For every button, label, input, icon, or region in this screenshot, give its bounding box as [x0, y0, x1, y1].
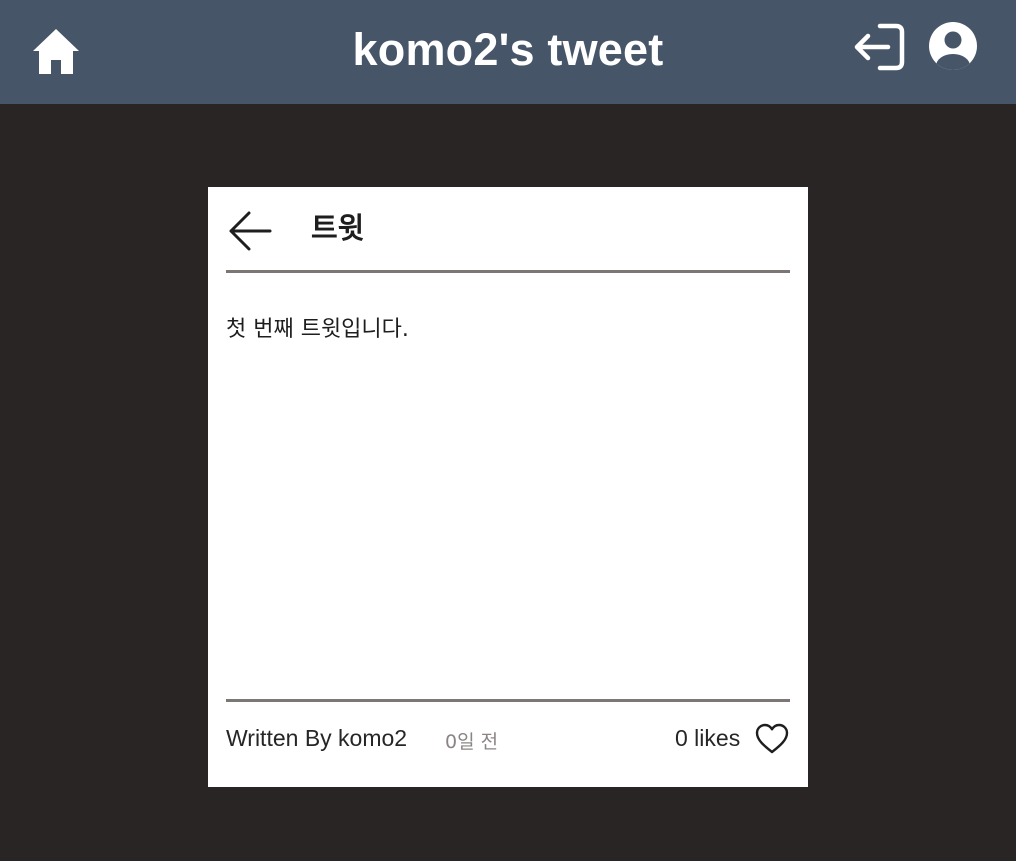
user-circle-icon[interactable]: [928, 21, 978, 71]
heart-outline-icon[interactable]: [755, 723, 789, 755]
tweet-author: Written By komo2: [226, 725, 408, 751]
like-count: 0 likes: [675, 725, 741, 751]
top-navigation-bar: komo2's tweet: [0, 0, 1016, 104]
header-divider: [226, 270, 790, 273]
arrow-left-icon[interactable]: [228, 211, 272, 251]
tweet-header-title: 트윗: [311, 211, 365, 245]
footer-divider: [226, 699, 790, 702]
tweet-content: 첫 번째 트윗입니다.: [226, 317, 409, 342]
tweet-timestamp: 0일 전: [445, 731, 499, 753]
tweet-card: 트윗 첫 번째 트윗입니다. Written By komo2 0일 전 0 l…: [208, 187, 808, 787]
logout-icon[interactable]: [850, 20, 908, 74]
